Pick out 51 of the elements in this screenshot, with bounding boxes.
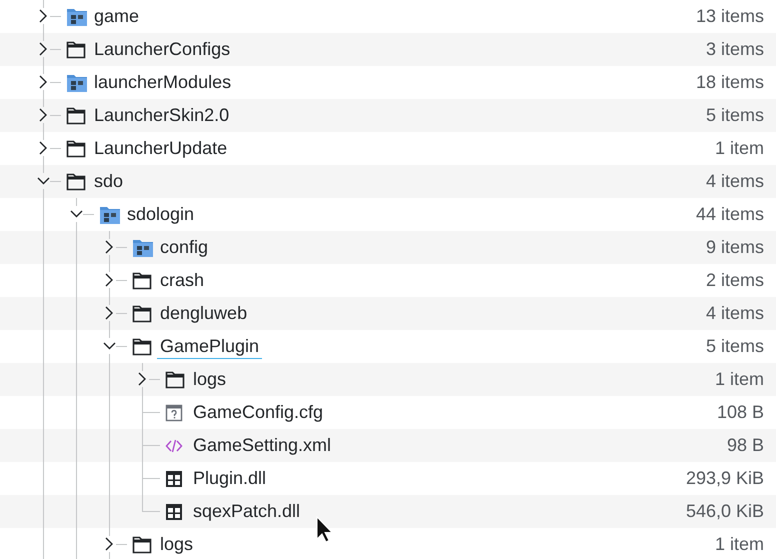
item-size: 2 items (706, 269, 764, 292)
file-name[interactable]: dengluweb (157, 301, 250, 326)
file-name[interactable]: sdologin (124, 202, 198, 227)
item-size: 9 items (706, 236, 764, 259)
folder-icon (66, 107, 86, 125)
item-size: 5 items (706, 335, 764, 358)
file-name[interactable]: crash (157, 268, 208, 293)
file-name[interactable]: LauncherConfigs (91, 37, 234, 62)
file-name[interactable]: logs (190, 367, 230, 392)
file-name[interactable]: config (157, 235, 212, 260)
library-file-icon (165, 470, 183, 488)
folder-icon (66, 140, 86, 158)
folder-icon (165, 371, 185, 389)
folder-icon (132, 536, 152, 554)
app-folder-icon (66, 73, 88, 93)
app-folder-icon (132, 238, 154, 258)
folder-icon (66, 173, 86, 191)
file-name[interactable]: LauncherUpdate (91, 136, 230, 161)
file-name[interactable]: LauncherSkin2.0 (91, 103, 232, 128)
item-size: 1 item (714, 137, 764, 160)
app-folder-icon (66, 7, 88, 27)
file-name[interactable]: GamePlugin (157, 334, 262, 359)
file-name[interactable]: launcherModules (91, 70, 234, 95)
code-file-icon (165, 437, 183, 455)
file-name[interactable]: sqexPatch.dll (190, 499, 304, 524)
item-size: 18 items (696, 71, 764, 94)
library-file-icon (165, 503, 183, 521)
item-size: 98 B (726, 434, 764, 457)
unknown-file-icon (165, 404, 183, 422)
item-size: 4 items (706, 170, 764, 193)
item-size: 546,0 KiB (686, 500, 764, 523)
app-folder-icon (99, 205, 121, 225)
folder-icon (132, 272, 152, 290)
folder-icon (132, 338, 152, 356)
folder-icon (132, 305, 152, 323)
item-size: 5 items (706, 104, 764, 127)
file-name[interactable]: Plugin.dll (190, 466, 270, 491)
folder-icon (66, 41, 86, 59)
item-size: 1 item (714, 533, 764, 556)
file-name[interactable]: GameConfig.cfg (190, 400, 326, 425)
item-size: 13 items (696, 5, 764, 28)
file-name[interactable]: game (91, 4, 142, 29)
item-size: 108 B (716, 401, 764, 424)
item-size: 293,9 KiB (686, 467, 764, 490)
file-name[interactable]: sdo (91, 169, 126, 194)
item-size: 44 items (696, 203, 764, 226)
file-name[interactable]: GameSetting.xml (190, 433, 334, 458)
file-name[interactable]: logs (157, 532, 196, 557)
item-size: 3 items (706, 38, 764, 61)
item-size: 4 items (706, 302, 764, 325)
item-size: 1 item (714, 368, 764, 391)
